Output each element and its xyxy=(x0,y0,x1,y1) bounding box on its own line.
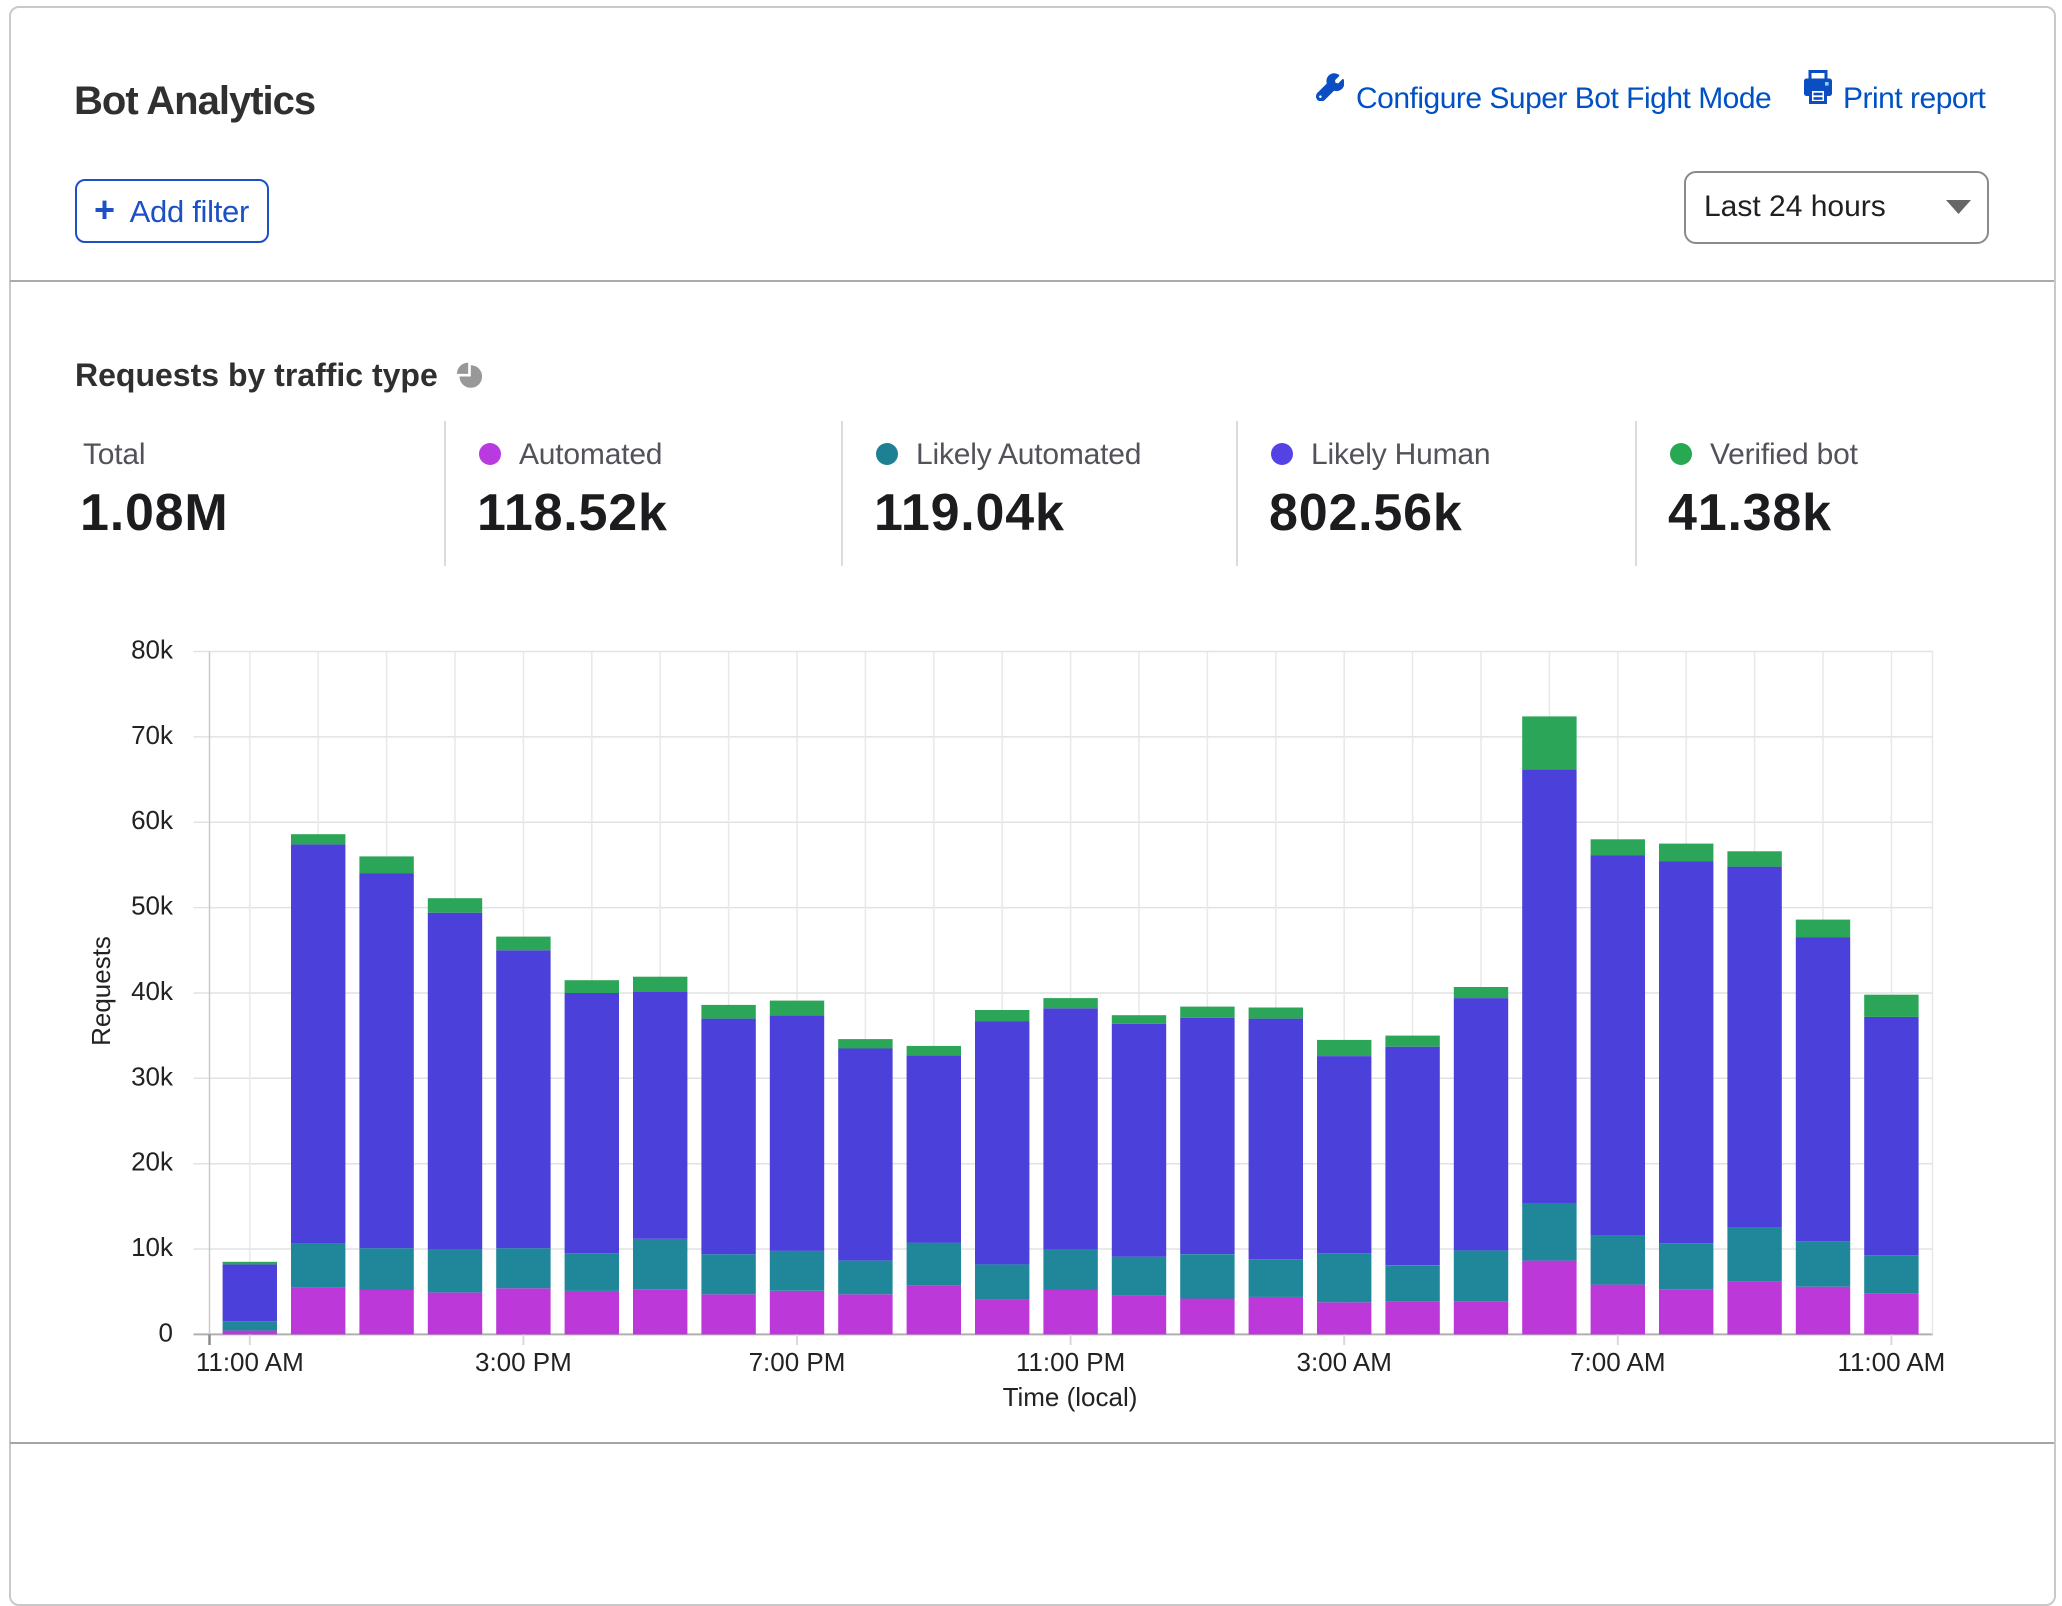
svg-text:11:00 AM: 11:00 AM xyxy=(1837,1347,1945,1377)
svg-text:3:00 AM: 3:00 AM xyxy=(1296,1347,1391,1377)
svg-text:Time (local): Time (local) xyxy=(1003,1382,1138,1412)
svg-text:30k: 30k xyxy=(131,1061,174,1091)
svg-text:20k: 20k xyxy=(131,1147,174,1177)
svg-text:50k: 50k xyxy=(131,891,174,921)
svg-text:40k: 40k xyxy=(131,976,174,1006)
svg-text:Requests: Requests xyxy=(86,936,116,1046)
svg-text:70k: 70k xyxy=(131,720,174,750)
svg-text:11:00 AM: 11:00 AM xyxy=(196,1347,304,1377)
svg-text:7:00 AM: 7:00 AM xyxy=(1570,1347,1665,1377)
svg-text:0: 0 xyxy=(159,1317,173,1347)
svg-text:3:00 PM: 3:00 PM xyxy=(475,1347,572,1377)
svg-text:10k: 10k xyxy=(131,1232,174,1262)
svg-text:7:00 PM: 7:00 PM xyxy=(749,1347,846,1377)
svg-text:60k: 60k xyxy=(131,805,174,835)
svg-text:80k: 80k xyxy=(131,635,174,665)
svg-text:11:00 PM: 11:00 PM xyxy=(1016,1347,1125,1377)
